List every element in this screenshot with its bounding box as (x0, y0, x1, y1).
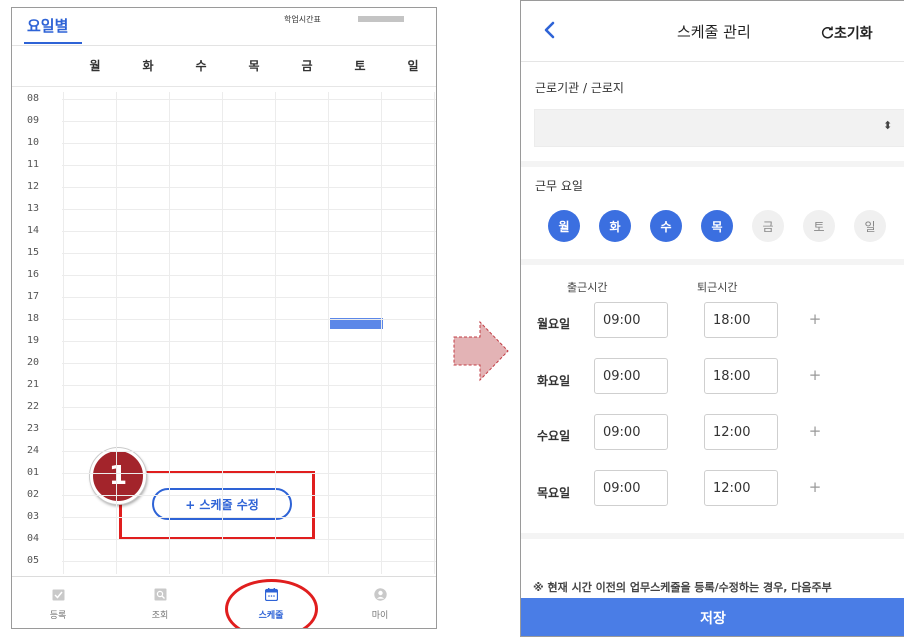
hour-label: 14 (27, 225, 40, 236)
notice-text: ※ 현재 시간 이전의 업무스케줄을 등록/수정하는 경우, 다음주부 (533, 581, 832, 594)
nav-label: 등록 (49, 611, 67, 621)
divider (12, 86, 436, 87)
day-gridline (222, 92, 223, 574)
timetable-label: 학업시간표 (284, 15, 321, 24)
add-time-button[interactable]: + (807, 422, 823, 440)
tab-underline (24, 42, 82, 44)
end-time-input[interactable]: 12:00 (704, 414, 778, 450)
day-gridline (434, 92, 435, 574)
hour-label: 01 (27, 467, 40, 478)
weekly-timetable-screen: 요일별 학업시간표 월 화 수 목 금 토 일 + 스케줄 수정 1 등록 조회… (11, 7, 437, 629)
day-chip-mon[interactable]: 월 (548, 210, 580, 242)
arrow-right-icon (453, 320, 509, 382)
select-arrows-icon: ⬍ (883, 119, 893, 132)
start-time-input[interactable]: 09:00 (594, 414, 668, 450)
nav-item-search[interactable]: 조회 (130, 586, 190, 621)
add-time-button[interactable]: + (807, 478, 823, 496)
workplace-label: 근로기관 / 근로지 (535, 81, 624, 95)
hour-label: 20 (27, 357, 40, 368)
start-time-input[interactable]: 09:00 (594, 470, 668, 506)
divider (12, 576, 436, 577)
user-icon (373, 588, 387, 601)
hour-label: 03 (27, 511, 40, 522)
hour-label: 16 (27, 269, 40, 280)
divider (521, 61, 904, 62)
add-time-button[interactable]: + (807, 310, 823, 328)
day-header-tue: 화 (142, 59, 154, 73)
day-chip-sat[interactable]: 토 (803, 210, 835, 242)
day-header-fri: 금 (301, 59, 313, 73)
day-gridline (169, 92, 170, 574)
nav-item-my[interactable]: 마이 (350, 586, 410, 621)
day-chip-sun[interactable]: 일 (854, 210, 886, 242)
day-header-wed: 수 (195, 59, 207, 73)
hour-label: 10 (27, 137, 40, 148)
workplace-select[interactable] (534, 109, 904, 147)
register-icon (52, 589, 64, 601)
divider (12, 45, 436, 46)
section-divider (521, 259, 904, 265)
section-divider (521, 161, 904, 167)
day-gridline (381, 92, 382, 574)
hour-label: 08 (27, 93, 40, 104)
refresh-icon (821, 26, 834, 39)
day-chip-tue[interactable]: 화 (599, 210, 631, 242)
day-header-sun: 일 (407, 59, 419, 73)
end-time-input[interactable]: 18:00 (704, 302, 778, 338)
day-chip-fri[interactable]: 금 (752, 210, 784, 242)
row-day-label: 목요일 (537, 486, 571, 500)
row-day-label: 월요일 (537, 317, 571, 331)
day-header-thu: 목 (248, 59, 260, 73)
hour-label: 13 (27, 203, 40, 214)
hour-label: 05 (27, 555, 40, 566)
day-gridline (328, 92, 329, 574)
hour-label: 12 (27, 181, 40, 192)
day-gridline (63, 92, 64, 574)
highlight-circle (225, 579, 318, 628)
section-divider (521, 533, 904, 539)
schedule-management-screen: 스케줄 관리 초기화 근로기관 / 근로지 ⬍ 근무 요일 월 화 수 목 금 … (520, 0, 904, 637)
row-day-label: 화요일 (537, 374, 571, 388)
save-button[interactable]: 저장 (521, 598, 904, 636)
reset-button[interactable]: 초기화 (821, 23, 873, 43)
start-time-input[interactable]: 09:00 (594, 358, 668, 394)
hour-label: 22 (27, 401, 40, 412)
row-day-label: 수요일 (537, 429, 571, 443)
hour-label: 23 (27, 423, 40, 434)
hour-label: 24 (27, 445, 40, 456)
hour-label: 15 (27, 247, 40, 258)
search-icon (154, 588, 166, 601)
hour-label: 21 (27, 379, 40, 390)
hour-label: 04 (27, 533, 40, 544)
hour-label: 18 (27, 313, 40, 324)
add-time-button[interactable]: + (807, 366, 823, 384)
reset-label: 초기화 (834, 26, 873, 42)
work-days-label: 근무 요일 (535, 179, 583, 193)
hour-label: 17 (27, 291, 40, 302)
day-chip-wed[interactable]: 수 (650, 210, 682, 242)
nav-label: 조회 (151, 611, 169, 621)
end-time-header: 퇴근시간 (697, 281, 738, 294)
start-time-header: 출근시간 (567, 281, 608, 294)
hour-label: 11 (27, 159, 40, 170)
hour-label: 19 (27, 335, 40, 346)
start-time-input[interactable]: 09:00 (594, 302, 668, 338)
page-title: 스케줄 관리 (677, 23, 751, 41)
nav-label: 마이 (371, 611, 389, 621)
hour-label: 09 (27, 115, 40, 126)
day-chip-thu[interactable]: 목 (701, 210, 733, 242)
day-gridline (116, 92, 117, 574)
highlight-box (119, 471, 315, 540)
back-chevron-icon[interactable] (543, 21, 555, 39)
nav-item-register[interactable]: 등록 (28, 586, 88, 621)
end-time-input[interactable]: 12:00 (704, 470, 778, 506)
day-header-sat: 토 (354, 59, 366, 73)
page-title[interactable]: 요일별 (27, 15, 68, 36)
hour-label: 02 (27, 489, 40, 500)
timetable-toggle[interactable] (358, 16, 404, 22)
day-header-mon: 월 (89, 59, 101, 73)
day-gridline (275, 92, 276, 574)
end-time-input[interactable]: 18:00 (704, 358, 778, 394)
